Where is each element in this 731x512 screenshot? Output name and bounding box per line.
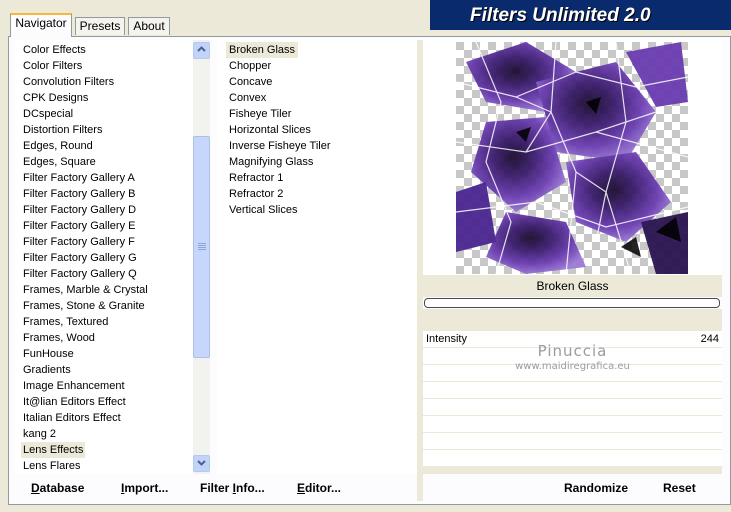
scroll-thumb[interactable] bbox=[193, 136, 210, 358]
category-item[interactable]: Frames, Textured bbox=[21, 314, 110, 330]
watermark: Pinuccia www.maidiregrafica.eu bbox=[423, 342, 722, 372]
tab-about[interactable]: About bbox=[128, 17, 170, 35]
scroll-down-button[interactable] bbox=[193, 455, 210, 472]
category-item[interactable]: FunHouse bbox=[21, 346, 76, 362]
category-item[interactable]: Frames, Stone & Granite bbox=[21, 298, 147, 314]
preview-image bbox=[455, 41, 689, 275]
category-item[interactable]: Color Filters bbox=[21, 58, 84, 74]
watermark-title: Pinuccia bbox=[537, 342, 608, 360]
category-item[interactable]: Filter Factory Gallery Q bbox=[21, 266, 139, 282]
category-item[interactable]: It@lian Editors Effect bbox=[21, 394, 128, 410]
preview-filter-name: Broken Glass bbox=[423, 275, 722, 297]
category-item[interactable]: Lens Flares bbox=[21, 458, 82, 474]
chevron-up-icon bbox=[197, 45, 206, 55]
category-scrollbar[interactable] bbox=[193, 40, 210, 474]
category-item[interactable]: DCspecial bbox=[21, 106, 75, 122]
parameter-row-empty bbox=[423, 416, 722, 432]
category-item[interactable]: Edges, Square bbox=[21, 154, 98, 170]
filter-item[interactable]: Vertical Slices bbox=[226, 202, 300, 218]
filter-item[interactable]: Inverse Fisheye Tiler bbox=[226, 138, 333, 154]
filter-item[interactable]: Fisheye Tiler bbox=[226, 106, 294, 122]
app-title: Filters Unlimited 2.0 bbox=[470, 5, 651, 26]
tab-presets[interactable]: Presets bbox=[75, 17, 125, 35]
category-item[interactable]: Filter Factory Gallery G bbox=[21, 250, 139, 266]
watermark-url: www.maidiregrafica.eu bbox=[515, 361, 630, 372]
scroll-up-button[interactable] bbox=[193, 42, 210, 59]
database-button[interactable]: Database bbox=[31, 477, 84, 499]
category-item[interactable]: Filter Factory Gallery E bbox=[21, 218, 137, 234]
parameter-row-empty bbox=[423, 382, 722, 398]
parameter-row-empty bbox=[423, 433, 722, 449]
category-item[interactable]: Filter Factory Gallery B bbox=[21, 186, 137, 202]
bottom-toolbar: Database Import... Filter Info... Editor… bbox=[8, 477, 723, 501]
randomize-button[interactable]: Randomize bbox=[564, 477, 628, 499]
category-item[interactable]: Color Effects bbox=[21, 42, 88, 58]
category-item[interactable]: Convolution Filters bbox=[21, 74, 116, 90]
category-item[interactable]: Italian Editors Effect bbox=[21, 410, 123, 426]
reset-button[interactable]: Reset bbox=[663, 477, 696, 499]
category-item[interactable]: Frames, Wood bbox=[21, 330, 97, 346]
filter-item[interactable]: Convex bbox=[226, 90, 269, 106]
category-list[interactable]: Color Effects Color Filters Convolution Fi… bbox=[14, 40, 210, 474]
category-item[interactable]: Filter Factory Gallery D bbox=[21, 202, 138, 218]
import-button[interactable]: Import... bbox=[121, 477, 168, 499]
category-item[interactable]: Frames, Marble & Crystal bbox=[21, 282, 150, 298]
category-item[interactable]: Gradients bbox=[21, 362, 73, 378]
category-item[interactable]: Filter Factory Gallery F bbox=[21, 234, 137, 250]
chevron-down-icon bbox=[197, 458, 206, 468]
filter-item[interactable]: Concave bbox=[226, 74, 275, 90]
category-item[interactable]: Lens Effects bbox=[21, 442, 86, 458]
category-item[interactable]: kang 2 bbox=[21, 426, 58, 442]
filter-item[interactable]: Broken Glass bbox=[226, 42, 299, 58]
tab-navigator[interactable]: Navigator bbox=[10, 13, 72, 37]
progress-bar bbox=[424, 298, 720, 308]
filter-info-button[interactable]: Filter Info... bbox=[200, 477, 265, 499]
category-item[interactable]: Distortion Filters bbox=[21, 122, 104, 138]
parameter-row-empty bbox=[423, 450, 722, 466]
filter-item[interactable]: Horizontal Slices bbox=[226, 122, 314, 138]
category-item[interactable]: Filter Factory Gallery A bbox=[21, 170, 137, 186]
filter-item[interactable]: Chopper bbox=[226, 58, 274, 74]
category-item[interactable]: CPK Designs bbox=[21, 90, 90, 106]
filter-item[interactable]: Refractor 1 bbox=[226, 170, 286, 186]
filter-item[interactable]: Magnifying Glass bbox=[226, 154, 316, 170]
editor-button[interactable]: Editor... bbox=[297, 477, 341, 499]
filter-item[interactable]: Refractor 2 bbox=[226, 186, 286, 202]
parameter-row-empty bbox=[423, 399, 722, 415]
category-item[interactable]: Image Enhancement bbox=[21, 378, 127, 394]
category-item[interactable]: Edges, Round bbox=[21, 138, 95, 154]
filter-list[interactable]: Broken Glass Chopper Concave Convex Fisheye … bbox=[217, 40, 417, 474]
